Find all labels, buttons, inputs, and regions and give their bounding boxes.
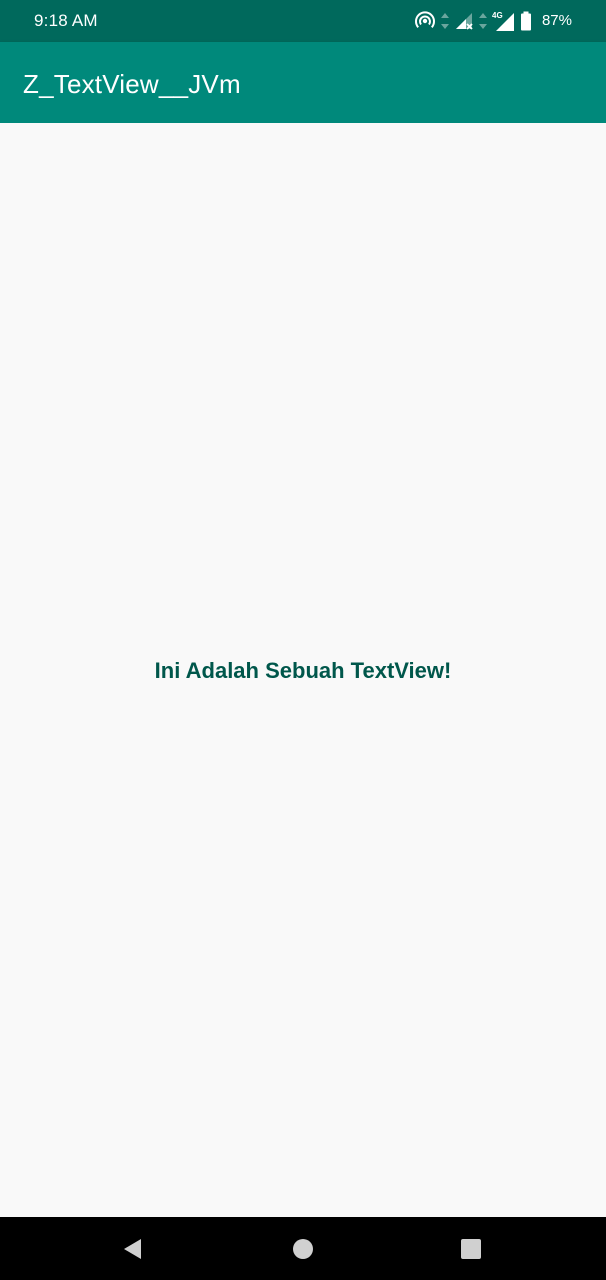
battery-percent: 87% bbox=[541, 12, 572, 29]
back-icon bbox=[124, 1239, 141, 1259]
hotspot-icon bbox=[414, 10, 436, 32]
navigation-bar bbox=[0, 1217, 606, 1280]
screen: 9:18 AM 4G 87% Z_TextView__JVm Ini Adala… bbox=[0, 0, 606, 1280]
status-icons: 4G 87% bbox=[414, 10, 572, 32]
back-button[interactable] bbox=[119, 1235, 147, 1263]
battery-icon bbox=[520, 11, 532, 31]
signal-4g-icon: 4G bbox=[492, 10, 516, 32]
status-bar: 9:18 AM 4G 87% bbox=[0, 0, 606, 42]
home-button[interactable] bbox=[289, 1235, 317, 1263]
data-arrows-icon bbox=[440, 11, 450, 31]
svg-text:4G: 4G bbox=[492, 11, 503, 20]
data-arrows-icon bbox=[478, 11, 488, 31]
content-area: Ini Adalah Sebuah TextView! bbox=[0, 123, 606, 1217]
recents-button[interactable] bbox=[457, 1235, 485, 1263]
app-bar: Z_TextView__JVm bbox=[0, 42, 606, 123]
main-textview: Ini Adalah Sebuah TextView! bbox=[154, 658, 452, 683]
home-icon bbox=[293, 1239, 313, 1259]
recents-icon bbox=[461, 1239, 481, 1259]
app-title: Z_TextView__JVm bbox=[23, 69, 241, 99]
status-time: 9:18 AM bbox=[34, 11, 98, 30]
signal-no-data-icon bbox=[454, 11, 474, 31]
